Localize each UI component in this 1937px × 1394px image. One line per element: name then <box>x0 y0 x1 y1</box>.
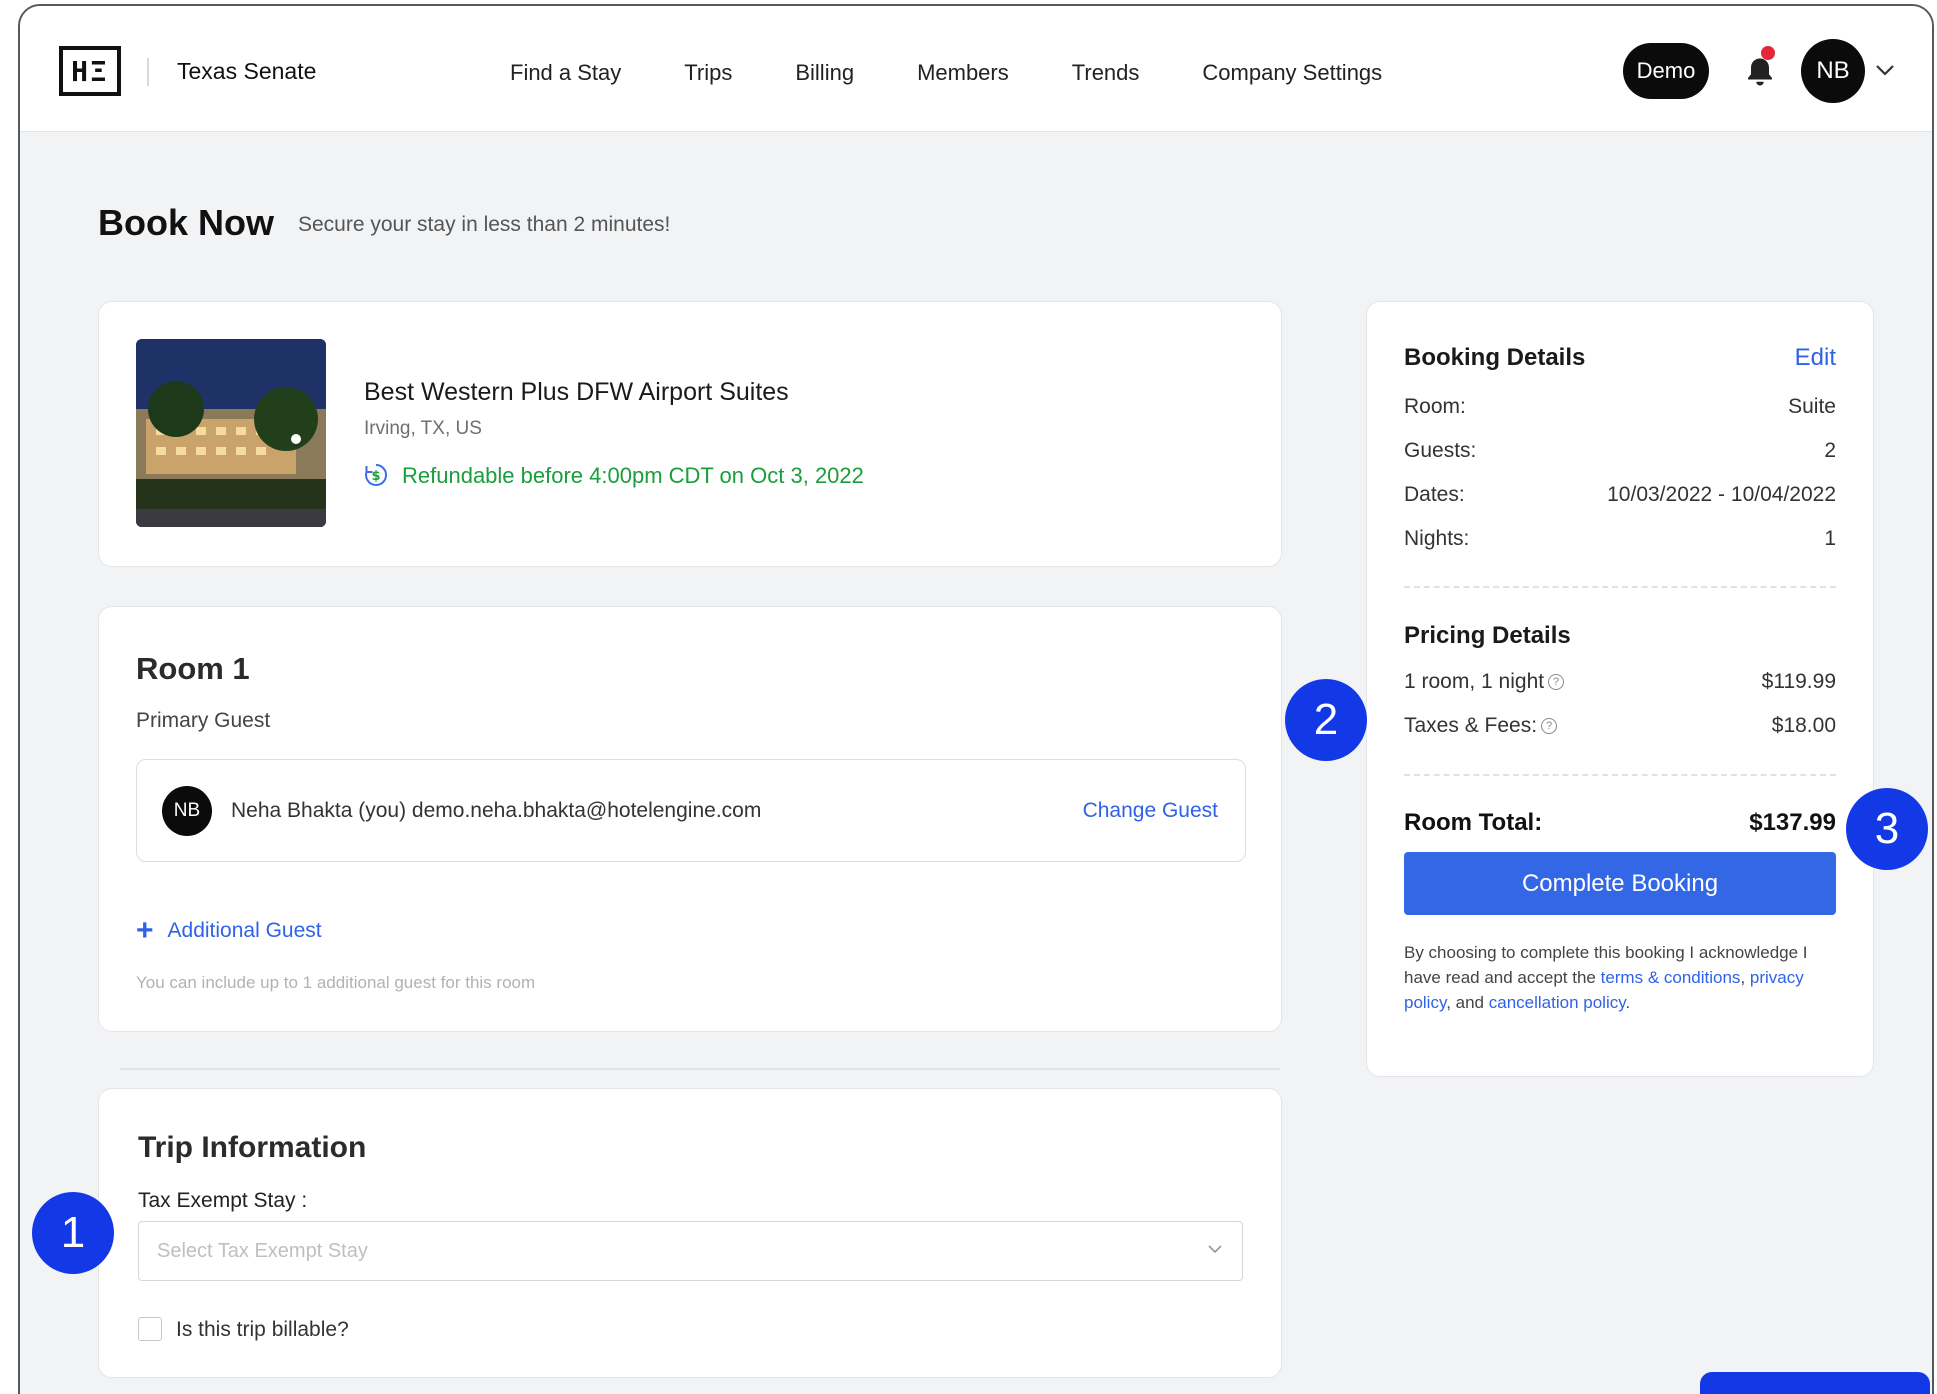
row-value: Suite <box>1788 395 1836 418</box>
nav-members[interactable]: Members <box>917 60 1009 86</box>
row-label: Room: <box>1404 395 1466 418</box>
hotel-summary-card: Best Western Plus DFW Airport Suites Irv… <box>98 301 1282 567</box>
refund-dollar-icon: $ <box>365 463 388 486</box>
booking-row-guests: Guests: 2 <box>1404 439 1836 463</box>
nav-company-settings[interactable]: Company Settings <box>1202 60 1382 86</box>
legal-comma: , <box>1740 968 1750 987</box>
notification-bell-icon[interactable] <box>1742 54 1778 90</box>
booking-row-dates: Dates: 10/03/2022 - 10/04/2022 <box>1404 483 1836 507</box>
svg-text:$: $ <box>371 469 380 484</box>
section-divider <box>120 1068 1280 1070</box>
row-label: Taxes & Fees: <box>1404 714 1538 737</box>
trip-info-title: Trip Information <box>138 1131 367 1164</box>
help-icon[interactable]: ? <box>1548 674 1565 691</box>
tax-exempt-select[interactable]: Select Tax Exempt Stay <box>138 1221 1243 1281</box>
add-guest-button[interactable]: + Additional Guest <box>136 916 322 946</box>
hotel-photo <box>136 339 326 527</box>
row-value: $18.00 <box>1771 714 1836 737</box>
row-value: 1 <box>1824 527 1836 550</box>
room-card: Room 1 Primary Guest NB Neha Bhakta (you… <box>98 606 1282 1032</box>
total-value: $137.99 <box>1749 809 1836 836</box>
legal-and: , and <box>1446 993 1489 1012</box>
row-value: 2 <box>1824 439 1836 462</box>
logo-divider <box>147 58 149 86</box>
chat-launcher-button[interactable] <box>1700 1372 1930 1394</box>
nav-trends[interactable]: Trends <box>1072 60 1140 86</box>
billable-label: Is this trip billable? <box>176 1318 349 1341</box>
user-avatar[interactable]: NB <box>1801 39 1865 103</box>
refund-policy: Refundable before 4:00pm CDT on Oct 3, 2… <box>402 463 864 488</box>
callout-marker-1: 1 <box>32 1192 114 1274</box>
booking-details-card: Booking Details Edit Room: Suite Guests:… <box>1366 301 1874 1077</box>
company-logo[interactable]: HΞ <box>59 46 121 96</box>
legal-disclaimer: By choosing to complete this booking I a… <box>1404 940 1836 1015</box>
booking-divider <box>1404 586 1836 588</box>
add-guest-hint: You can include up to 1 additional guest… <box>136 973 536 992</box>
room-total-row: Room Total: $137.99 <box>1404 809 1836 837</box>
booking-row-nights: Nights: 1 <box>1404 527 1836 551</box>
legal-period: . <box>1625 993 1631 1012</box>
row-label: Nights: <box>1404 527 1470 550</box>
pricing-details-heading: Pricing Details <box>1404 622 1571 649</box>
row-label-wrap: 1 room, 1 night? <box>1404 670 1565 694</box>
hotel-location: Irving, TX, US <box>364 418 482 439</box>
app-window: HΞ Texas Senate Find a Stay Trips Billin… <box>18 4 1934 1394</box>
callout-marker-2: 2 <box>1285 679 1367 761</box>
trip-information-card: Trip Information Tax Exempt Stay : Selec… <box>98 1088 1282 1378</box>
chevron-down-icon[interactable] <box>1874 62 1896 78</box>
row-value: 10/03/2022 - 10/04/2022 <box>1607 483 1836 506</box>
complete-booking-button[interactable]: Complete Booking <box>1404 852 1836 915</box>
primary-guest-box: NB Neha Bhakta (you) demo.neha.bhakta@ho… <box>136 759 1246 862</box>
change-guest-link[interactable]: Change Guest <box>1083 799 1218 823</box>
edit-booking-link[interactable]: Edit <box>1795 344 1836 372</box>
booking-header-row: Booking Details Edit <box>1404 344 1836 372</box>
cancellation-policy-link[interactable]: cancellation policy <box>1489 993 1626 1012</box>
row-label: 1 room, 1 night <box>1404 670 1545 693</box>
page-title: Book Now <box>98 202 274 243</box>
tax-exempt-placeholder: Select Tax Exempt Stay <box>157 1240 368 1262</box>
guest-avatar: NB <box>162 786 212 836</box>
row-label: Guests: <box>1404 439 1477 462</box>
row-label-wrap: Taxes & Fees:? <box>1404 714 1558 738</box>
booking-row-room: Room: Suite <box>1404 395 1836 419</box>
help-icon[interactable]: ? <box>1541 718 1558 735</box>
terms-link[interactable]: terms & conditions <box>1601 968 1741 987</box>
add-guest-label: Additional Guest <box>167 919 322 942</box>
booking-details-heading: Booking Details <box>1404 344 1586 371</box>
billable-checkbox[interactable] <box>138 1317 162 1341</box>
plus-icon: + <box>136 914 154 947</box>
tax-exempt-label: Tax Exempt Stay : <box>138 1189 308 1212</box>
pricing-header-row: Pricing Details <box>1404 622 1836 650</box>
main-nav: Find a Stay Trips Billing Members Trends… <box>510 60 1445 86</box>
hotel-name: Best Western Plus DFW Airport Suites <box>364 378 789 406</box>
nav-trips[interactable]: Trips <box>684 60 732 86</box>
top-nav-bar: HΞ Texas Senate Find a Stay Trips Billin… <box>20 6 1932 132</box>
notification-dot <box>1761 46 1775 60</box>
primary-guest-label: Primary Guest <box>136 709 271 732</box>
room-title: Room 1 <box>136 651 250 686</box>
page-subtitle: Secure your stay in less than 2 minutes! <box>298 213 671 236</box>
pricing-divider <box>1404 774 1836 776</box>
row-label: Dates: <box>1404 483 1465 506</box>
guest-info: Neha Bhakta (you) demo.neha.bhakta@hotel… <box>231 799 762 822</box>
pricing-row-taxes: Taxes & Fees:? $18.00 <box>1404 714 1836 738</box>
nav-find-a-stay[interactable]: Find a Stay <box>510 60 621 86</box>
demo-badge[interactable]: Demo <box>1623 43 1709 99</box>
callout-marker-3: 3 <box>1846 788 1928 870</box>
total-label: Room Total: <box>1404 809 1543 836</box>
organization-name: Texas Senate <box>177 58 317 84</box>
nav-billing[interactable]: Billing <box>795 60 854 86</box>
chevron-down-icon <box>1208 1245 1222 1254</box>
row-value: $119.99 <box>1761 670 1836 693</box>
pricing-row-room-night: 1 room, 1 night? $119.99 <box>1404 670 1836 694</box>
